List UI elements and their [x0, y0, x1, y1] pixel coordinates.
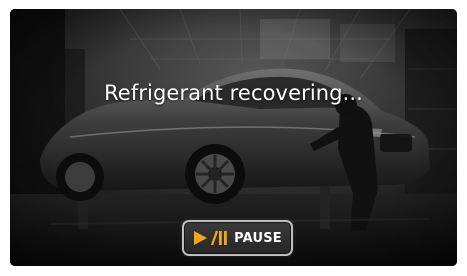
pause-label: PAUSE [234, 230, 282, 246]
device-frame: Refrigerant recovering... PAUSE [0, 0, 467, 276]
display-screen: Refrigerant recovering... PAUSE [10, 9, 457, 266]
status-message: Refrigerant recovering... [104, 81, 363, 105]
pause-button[interactable]: PAUSE [182, 220, 293, 256]
play-pause-icon [193, 229, 227, 247]
